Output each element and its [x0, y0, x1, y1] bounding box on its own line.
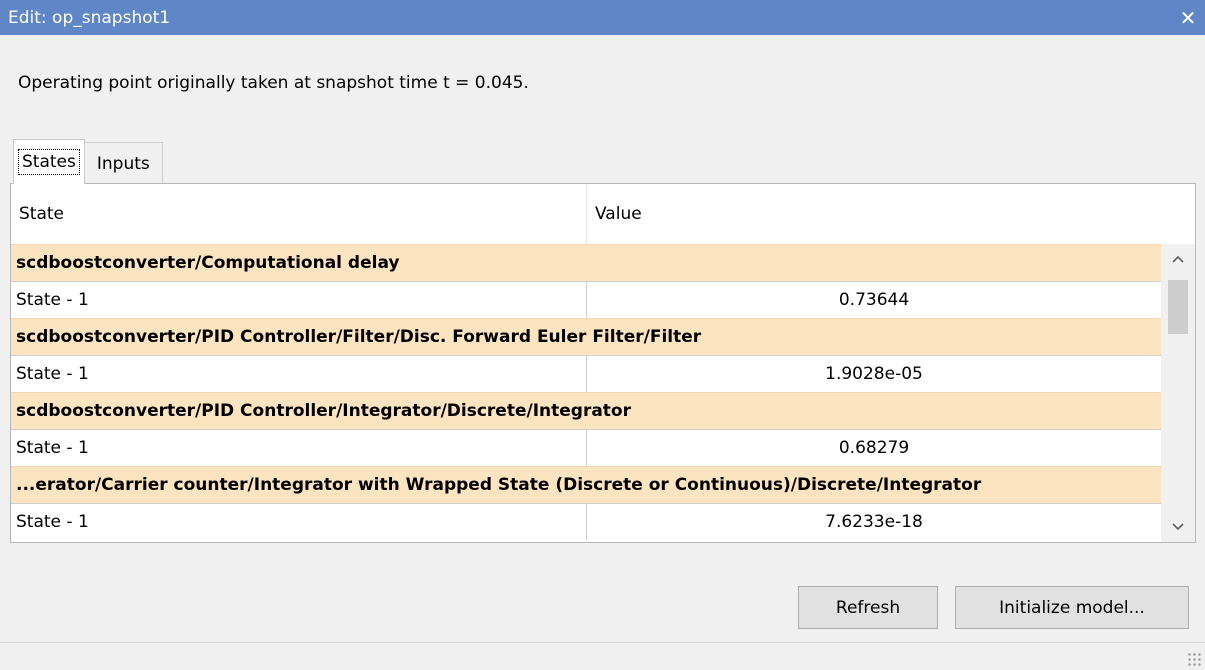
- tab-inputs-label: Inputs: [96, 153, 150, 174]
- table-row[interactable]: State - 1 0.68279: [11, 429, 1161, 466]
- snapshot-description: Operating point originally taken at snap…: [18, 73, 529, 93]
- chevron-up-icon[interactable]: [1161, 244, 1195, 274]
- state-value-cell[interactable]: 1.9028e-05: [587, 356, 1161, 392]
- state-value-cell[interactable]: 7.6233e-18: [587, 504, 1161, 540]
- states-table: State Value scdboostconverter/Computatio…: [11, 184, 1161, 540]
- title-bar: Edit: op_snapshot1 ✕: [0, 0, 1205, 35]
- tab-states[interactable]: States: [13, 139, 85, 184]
- table-row[interactable]: State - 1 7.6233e-18: [11, 503, 1161, 540]
- state-name-cell: State - 1: [11, 504, 587, 540]
- initialize-model-button[interactable]: Initialize model...: [955, 586, 1189, 629]
- vertical-scrollbar[interactable]: [1161, 244, 1195, 542]
- group-row: scdboostconverter/Computational delay: [11, 244, 1161, 281]
- scrollbar-thumb[interactable]: [1168, 280, 1188, 334]
- column-header-state[interactable]: State: [11, 184, 587, 244]
- window-title: Edit: op_snapshot1: [8, 7, 171, 28]
- table-header: State Value: [11, 184, 1161, 244]
- tab-inputs[interactable]: Inputs: [83, 142, 163, 184]
- state-name-cell: State - 1: [11, 282, 587, 318]
- state-name-cell: State - 1: [11, 356, 587, 392]
- chevron-down-icon[interactable]: [1161, 512, 1195, 542]
- tab-states-label: States: [18, 149, 80, 175]
- states-panel: State Value scdboostconverter/Computatio…: [10, 183, 1196, 543]
- table-row[interactable]: State - 1 1.9028e-05: [11, 355, 1161, 392]
- group-row: scdboostconverter/PID Controller/Filter/…: [11, 318, 1161, 355]
- tab-strip: States Inputs: [13, 139, 163, 184]
- table-row[interactable]: State - 1 0.73644: [11, 281, 1161, 318]
- state-value-cell[interactable]: 0.73644: [587, 282, 1161, 318]
- group-row: scdboostconverter/PID Controller/Integra…: [11, 392, 1161, 429]
- close-icon[interactable]: ✕: [1171, 0, 1205, 35]
- status-bar: [0, 642, 1205, 670]
- column-header-value[interactable]: Value: [587, 184, 1161, 244]
- state-value-cell[interactable]: 0.68279: [587, 430, 1161, 466]
- refresh-button[interactable]: Refresh: [798, 586, 938, 629]
- group-row: ...erator/Carrier counter/Integrator wit…: [11, 466, 1161, 503]
- state-name-cell: State - 1: [11, 430, 587, 466]
- resize-grip-icon[interactable]: [1187, 652, 1201, 666]
